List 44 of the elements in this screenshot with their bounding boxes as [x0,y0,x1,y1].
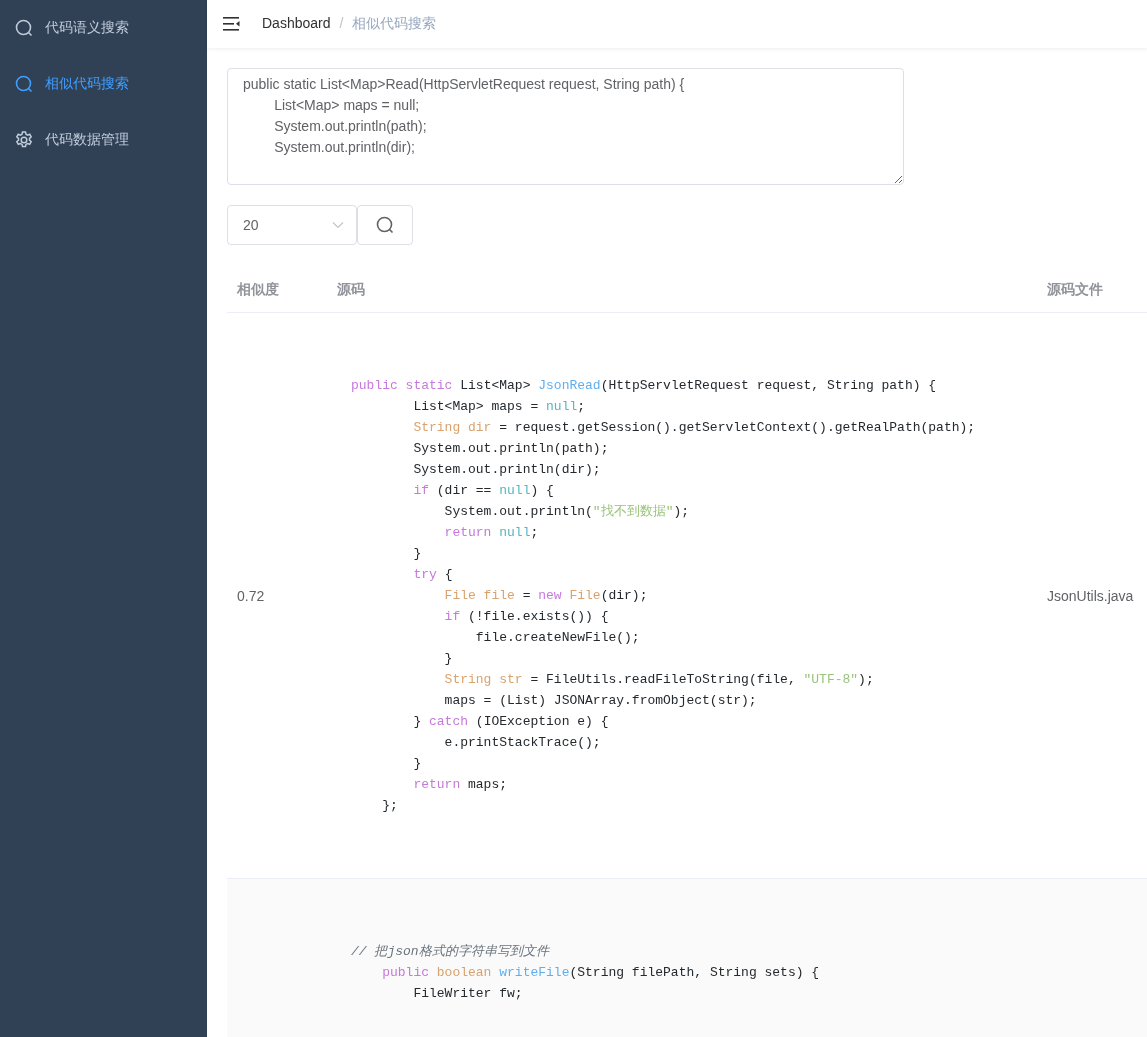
menu-icon[interactable] [223,17,240,31]
code-line: } catch (IOException e) { [412,713,610,731]
code-line: List<Map> maps = null; [412,398,587,416]
search-icon [15,19,33,37]
code-line: file.createNewFile(); [474,629,641,647]
code-line: try { [412,566,454,584]
search-icon [15,75,33,93]
column-header: 源码 [337,281,365,297]
code-input-field[interactable]: public static List<Map>Read(HttpServletRequest request, String path) { List<Map> maps = null; System.out.println(path); System.out.println(dir); [227,68,904,185]
code-line: FileWriter fw; [412,985,524,1003]
code-line: }; [381,797,399,815]
search-icon [376,216,394,234]
code-line: } [412,755,423,773]
code-line: // 把json格式的字符串写到文件 [351,943,551,961]
breadcrumb-item[interactable]: Dashboard [262,15,331,33]
sidebar-item[interactable]: 代码语义搜索 [0,0,207,56]
code-line: maps = (List) JSONArray.fromObject(str); [443,692,758,710]
code-line: String dir = request.getSession().getServletContext().getRealPath(path); [412,419,977,437]
code-line: if (dir == null) { [412,482,555,500]
code-line: public static List<Map> JsonRead(HttpServletRequest request, String path) { [351,377,938,395]
code-line: System.out.println("找不到数据"); [443,503,691,521]
breadcrumb-item: 相似代码搜索 [352,15,437,33]
code-line: System.out.println(dir); [412,461,602,479]
code-line: } [443,650,454,668]
similarity-cell: 0.72 [237,587,265,604]
code-line: if (!file.exists()) { [443,608,610,626]
column-header: 相似度 [237,281,279,297]
sidebar-item[interactable]: 代码数据管理 [0,112,207,168]
settings-icon [15,131,33,149]
code-line: } [412,545,423,563]
file-name-cell: JsonUtils.java [1047,587,1134,604]
code-line: String str = FileUtils.readFileToString(file, "UTF-8"); [443,671,875,689]
code-line: System.out.println(path); [412,440,610,458]
sidebar-item[interactable]: 相似代码搜索 [0,56,207,112]
code-line: e.printStackTrace(); [443,734,602,752]
chevron-down-icon [332,221,344,229]
search-button[interactable] [357,205,413,245]
code-line: public boolean writeFile(String filePath, String sets) { [381,964,821,982]
code-line: return maps; [412,776,509,794]
count-select[interactable]: 20 [227,205,357,245]
code-line: return null; [443,524,540,542]
breadcrumb-separator: / [339,15,344,33]
column-header: 源码文件 [1047,281,1103,297]
code-line: File file = new File(dir); [443,587,649,605]
